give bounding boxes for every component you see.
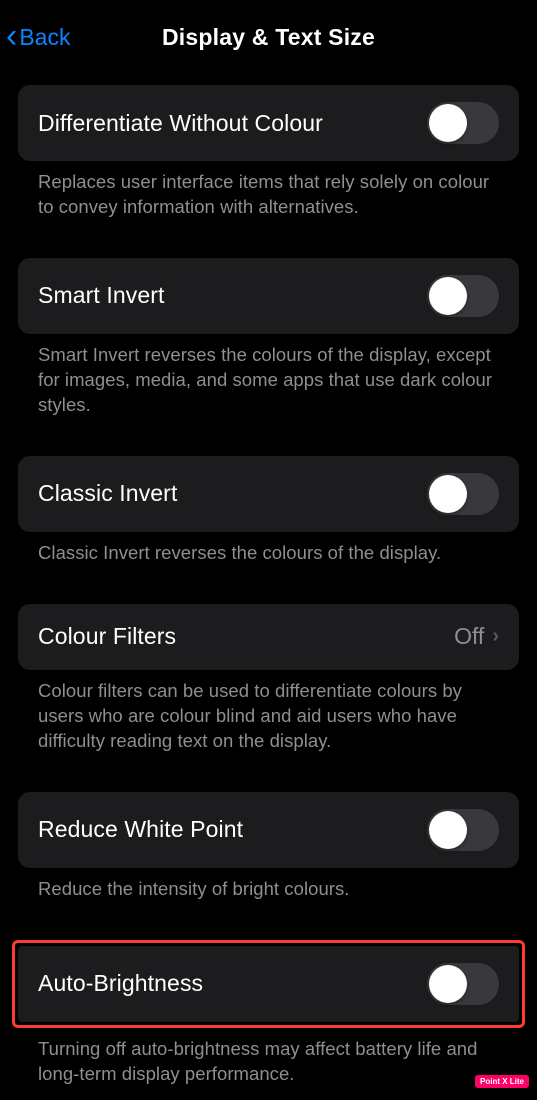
row-label: Classic Invert bbox=[38, 480, 177, 507]
auto-brightness-toggle[interactable] bbox=[427, 963, 499, 1005]
row-label: Colour Filters bbox=[38, 623, 176, 650]
chevron-left-icon: ‹ bbox=[6, 19, 17, 53]
row-label: Differentiate Without Colour bbox=[38, 110, 323, 137]
setting-footer: Reduce the intensity of bright colours. bbox=[18, 868, 519, 902]
setting-group: Colour Filters Off › Colour filters can … bbox=[18, 604, 519, 754]
back-label: Back bbox=[19, 24, 70, 51]
toggle-knob bbox=[429, 104, 467, 142]
settings-content: Differentiate Without Colour Replaces us… bbox=[0, 85, 537, 1087]
toggle-knob bbox=[429, 475, 467, 513]
toggle-knob bbox=[429, 277, 467, 315]
setting-footer: Replaces user interface items that rely … bbox=[18, 161, 519, 220]
toggle-knob bbox=[429, 811, 467, 849]
setting-footer: Turning off auto-brightness may affect b… bbox=[18, 1028, 519, 1087]
setting-footer: Smart Invert reverses the colours of the… bbox=[18, 334, 519, 418]
differentiate-without-colour-row[interactable]: Differentiate Without Colour bbox=[18, 85, 519, 161]
row-right: Off › bbox=[454, 623, 499, 650]
chevron-right-icon: › bbox=[492, 625, 499, 648]
classic-invert-toggle[interactable] bbox=[427, 473, 499, 515]
row-label: Reduce White Point bbox=[38, 816, 243, 843]
smart-invert-row[interactable]: Smart Invert bbox=[18, 258, 519, 334]
differentiate-without-colour-toggle[interactable] bbox=[427, 102, 499, 144]
page-title: Display & Text Size bbox=[162, 24, 375, 51]
toggle-knob bbox=[429, 965, 467, 1003]
reduce-white-point-row[interactable]: Reduce White Point bbox=[18, 792, 519, 868]
highlight-box: Auto-Brightness bbox=[12, 940, 525, 1028]
row-label: Smart Invert bbox=[38, 282, 164, 309]
smart-invert-toggle[interactable] bbox=[427, 275, 499, 317]
colour-filters-row[interactable]: Colour Filters Off › bbox=[18, 604, 519, 670]
setting-group: Differentiate Without Colour Replaces us… bbox=[18, 85, 519, 220]
reduce-white-point-toggle[interactable] bbox=[427, 809, 499, 851]
back-button[interactable]: ‹ Back bbox=[6, 22, 70, 53]
setting-group: Classic Invert Classic Invert reverses t… bbox=[18, 456, 519, 566]
navigation-bar: ‹ Back Display & Text Size bbox=[0, 0, 537, 75]
setting-footer: Classic Invert reverses the colours of t… bbox=[18, 532, 519, 566]
classic-invert-row[interactable]: Classic Invert bbox=[18, 456, 519, 532]
watermark-badge: Point X Lite bbox=[475, 1075, 529, 1088]
setting-footer: Colour filters can be used to differenti… bbox=[18, 670, 519, 754]
setting-group: Reduce White Point Reduce the intensity … bbox=[18, 792, 519, 902]
row-label: Auto-Brightness bbox=[38, 970, 203, 997]
auto-brightness-row[interactable]: Auto-Brightness bbox=[18, 946, 519, 1022]
setting-group: Smart Invert Smart Invert reverses the c… bbox=[18, 258, 519, 418]
setting-group: Auto-Brightness Turning off auto-brightn… bbox=[18, 940, 519, 1087]
row-value: Off bbox=[454, 623, 484, 650]
